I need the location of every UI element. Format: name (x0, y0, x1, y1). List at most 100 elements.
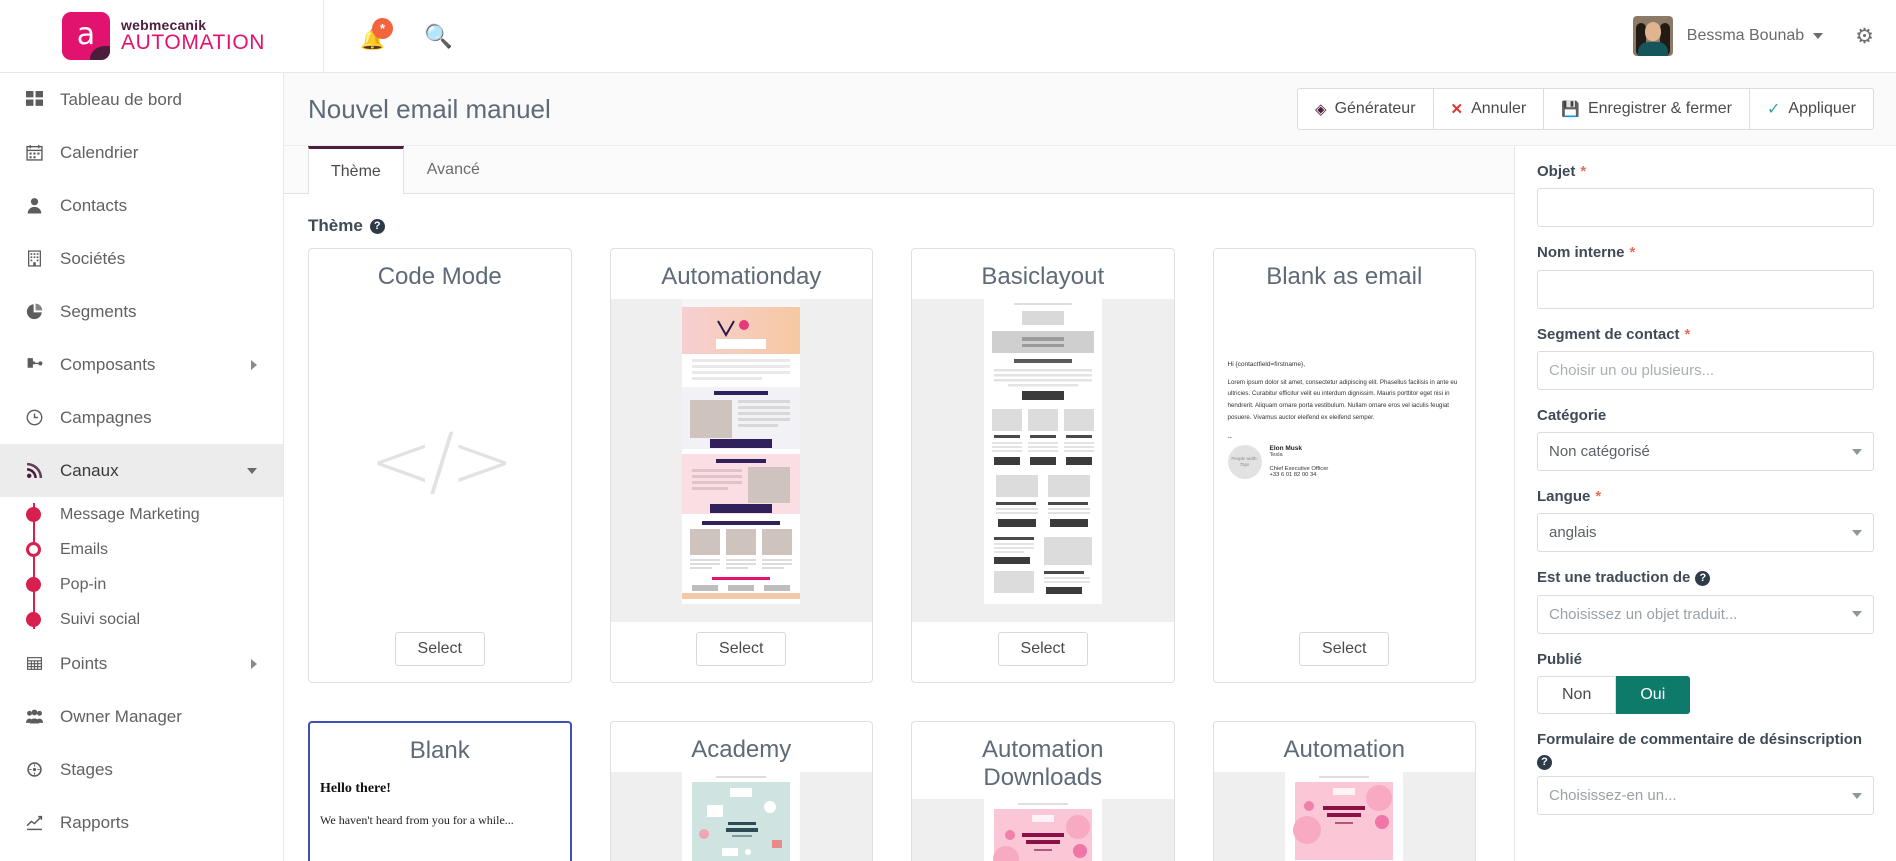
pie-chart-icon (26, 303, 60, 320)
theme-card-automation-downloads[interactable]: Automation Downloads (911, 721, 1175, 861)
bullet-active-icon (26, 542, 41, 557)
theme-preview-academy (610, 771, 872, 861)
chevron-down-icon[interactable] (1813, 33, 1824, 39)
sidebar: Tableau de bord Calendrier Contacts Soci… (0, 73, 284, 861)
theme-select-button[interactable]: Select (394, 632, 485, 666)
gear-icon[interactable]: ⚙ (1855, 26, 1874, 47)
sidebar-subitem-pop-in[interactable]: Pop-in (0, 567, 283, 602)
field-label: Langue * (1537, 487, 1874, 507)
thumbnail-art (1285, 771, 1404, 861)
select-value: Choisissez un objet traduit... (1549, 605, 1738, 623)
sidebar-item-segments[interactable]: Segments (0, 285, 283, 338)
tab-theme[interactable]: Thème (308, 146, 404, 194)
sidebar-item-canaux[interactable]: Canaux (0, 444, 283, 497)
label-text: Est une traduction de (1537, 569, 1691, 587)
help-icon[interactable]: ? (369, 218, 385, 234)
field-label: Formulaire de commentaire de désinscript… (1537, 730, 1874, 770)
sidebar-item-rapports[interactable]: Rapports (0, 796, 283, 849)
theme-card-automationday[interactable]: Automationday Select (609, 248, 873, 683)
sidebar-subitem-suivi-social[interactable]: Suivi social (0, 602, 283, 637)
chevron-down-icon (1852, 792, 1862, 799)
user-icon (26, 197, 60, 214)
save-icon: 💾 (1561, 101, 1580, 118)
appliquer-button[interactable]: ✓ Appliquer (1748, 88, 1874, 130)
enregistrer-fermer-button[interactable]: 💾 Enregistrer & fermer (1543, 88, 1749, 130)
theme-preview-automation-downloads (912, 799, 1174, 861)
publie-toggle: Non Oui (1537, 675, 1874, 714)
field-label: Est une traduction de ? (1537, 568, 1874, 588)
theme-card-academy[interactable]: Academy (609, 721, 873, 861)
theme-card-code-mode[interactable]: Code Mode </> Select (308, 248, 572, 683)
theme-card-basiclayout[interactable]: Basiclayout Select (911, 248, 1175, 683)
sidebar-item-label: Stages (60, 759, 113, 779)
logo-line-1: webmecanik (121, 16, 207, 33)
users-icon (26, 708, 60, 725)
canaux-submenu: Message Marketing Emails Pop-in Suivi so… (0, 497, 283, 637)
theme-select-button[interactable]: Select (997, 632, 1088, 666)
sidebar-item-tableau-de-bord[interactable]: Tableau de bord (0, 73, 283, 126)
field-objet: Objet * (1537, 162, 1874, 228)
search-icon[interactable]: 🔍 (424, 24, 453, 48)
categorie-select[interactable]: Non catégorisé (1537, 432, 1874, 471)
theme-card-blank[interactable]: Blank Hello there! We haven't heard from… (308, 721, 572, 861)
nom-interne-input[interactable] (1537, 269, 1874, 309)
required-marker: * (1684, 325, 1691, 343)
avatar-body (1637, 42, 1668, 56)
sidebar-subitem-emails[interactable]: Emails (0, 532, 283, 567)
field-label: Objet * (1537, 162, 1874, 182)
theme-card-blank-as-email[interactable]: Blank as email Hi {contactfield=firstnam… (1212, 248, 1476, 683)
langue-select[interactable]: anglais (1537, 513, 1874, 553)
label-text: Nom interne (1537, 244, 1625, 262)
blank-email-signature: People width: 75px Elon Musk Tesla Chief… (1227, 444, 1462, 479)
sidebar-item-points[interactable]: Points (0, 637, 283, 690)
theme-card-automation[interactable]: Automation (1212, 721, 1476, 861)
publie-option-oui[interactable]: Oui (1616, 675, 1691, 714)
annuler-button[interactable]: ✕ Annuler (1432, 88, 1544, 130)
notifications-button[interactable]: 🔔 * (360, 18, 394, 52)
page-header: Nouvel email manuel ◈ Générateur ✕ Annul… (284, 73, 1896, 146)
user-name[interactable]: Bessma Bounab (1687, 27, 1804, 45)
sidebar-item-stages[interactable]: Stages (0, 743, 283, 796)
help-icon[interactable]: ? (1695, 570, 1711, 586)
chart-line-icon (26, 814, 60, 831)
chevron-down-icon (1852, 611, 1862, 617)
chevron-right-icon[interactable] (251, 658, 257, 669)
field-categorie: Catégorie Non catégorisé (1537, 406, 1874, 471)
traduction-select[interactable]: Choisissez un objet traduit... (1537, 594, 1874, 634)
sidebar-item-contacts[interactable]: Contacts (0, 179, 283, 232)
desinscription-select[interactable]: Choisissez-en un... (1537, 776, 1874, 815)
generateur-button[interactable]: ◈ Générateur (1297, 88, 1433, 130)
select-value: Non catégorisé (1549, 443, 1650, 460)
objet-input[interactable] (1537, 188, 1874, 228)
sidebar-subitem-message-marketing[interactable]: Message Marketing (0, 497, 283, 532)
logo-mark-icon: a (62, 12, 110, 60)
chevron-down-icon[interactable] (247, 467, 257, 474)
chevron-right-icon[interactable] (251, 359, 257, 370)
page-action-buttons: ◈ Générateur ✕ Annuler 💾 Enregistrer & f… (1297, 88, 1874, 130)
label-text: Publié (1537, 650, 1583, 668)
topbar-divider (323, 0, 325, 73)
publie-option-non[interactable]: Non (1537, 675, 1617, 714)
sidebar-item-campagnes[interactable]: Campagnes (0, 391, 283, 444)
sidebar-item-owner-manager[interactable]: Owner Manager (0, 690, 283, 743)
notification-badge: * (372, 18, 394, 39)
segment-de-contact-input[interactable] (1537, 350, 1874, 390)
sidebar-item-societes[interactable]: Sociétés (0, 232, 283, 285)
brand-logo[interactable]: a webmecanik AUTOMATION (62, 12, 265, 60)
avatar[interactable] (1632, 16, 1673, 56)
help-icon[interactable]: ? (1537, 755, 1552, 770)
theme-card-title: Automation (1283, 736, 1405, 763)
theme-card-title: Automation Downloads (982, 736, 1104, 791)
tab-avance[interactable]: Avancé (404, 146, 503, 193)
bullet-icon (26, 577, 41, 592)
field-label: Catégorie (1537, 406, 1874, 426)
sidebar-item-composants[interactable]: Composants (0, 338, 283, 391)
sidebar-item-label: Composants (60, 354, 156, 374)
email-thumbnail (1285, 771, 1404, 861)
theme-select-button[interactable]: Select (1299, 632, 1390, 666)
theme-select-button[interactable]: Select (696, 632, 787, 666)
thumbnail-art (682, 771, 801, 861)
sidebar-item-calendrier[interactable]: Calendrier (0, 126, 283, 179)
signature-name: Elon Musk (1269, 444, 1303, 452)
theme-preview-automationday (610, 298, 872, 622)
